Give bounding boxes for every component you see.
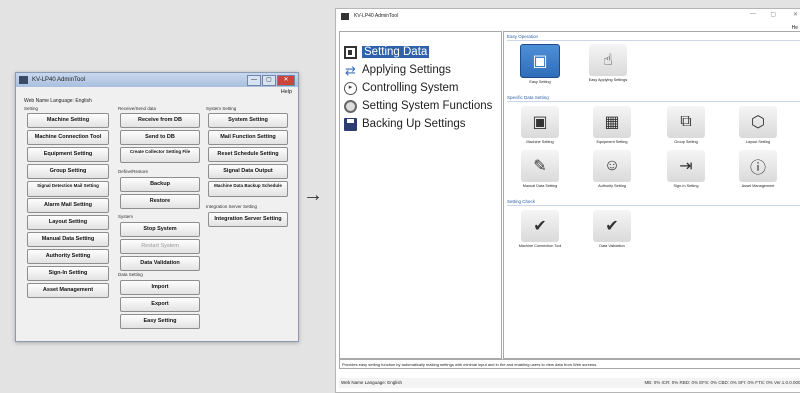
receive-from-db-button[interactable]: Receive from DB	[120, 113, 200, 128]
gear-icon	[344, 99, 357, 113]
create-collector-setting-button[interactable]: Create Collector Setting File	[120, 147, 200, 163]
old-admin-window: KV-LP40 AdminTool — ▢ ✕ Help Web Name La…	[15, 72, 299, 342]
layout-setting-button[interactable]: Layout Setting	[27, 215, 109, 230]
tile-data-validation[interactable]: ✔ Data Validation	[590, 210, 634, 248]
old-title-bar: KV-LP40 AdminTool — ▢ ✕	[16, 73, 298, 87]
connection-check-icon: ✔	[521, 210, 559, 242]
easy-setting-icon: ▣	[520, 44, 560, 78]
sign-in-door-icon: ⇥	[667, 150, 705, 182]
old-window-title: KV-LP40 AdminTool	[32, 77, 86, 83]
tile-asset-management[interactable]: ⓘ Asset Management	[736, 150, 780, 188]
authority-setting-button[interactable]: Authority Setting	[27, 249, 109, 264]
group-integration-label: Integration Server Setting	[206, 204, 258, 209]
app-icon	[341, 13, 349, 20]
easy-apply-icon: ☝	[589, 44, 627, 76]
tile-manual-data-setting[interactable]: ✎ Manual Data Setting	[518, 150, 562, 188]
close-button[interactable]: ✕	[793, 11, 798, 18]
backup-button[interactable]: Backup	[120, 177, 200, 192]
nav-controlling-system[interactable]: ▸ Controlling System	[344, 81, 459, 95]
validation-check-icon: ✔	[593, 210, 631, 242]
nav-setting-system-functions[interactable]: Setting System Functions	[344, 99, 492, 113]
status-language: Web Name Language: English	[341, 380, 402, 385]
group-icon: ⧉	[667, 106, 705, 138]
machine-connection-tool-button[interactable]: Machine Connection Tool	[27, 130, 109, 145]
transition-arrow-icon: →	[303, 184, 323, 206]
integration-server-setting-button[interactable]: Integration Server Setting	[208, 212, 288, 227]
equipment-setting-button[interactable]: Equipment Setting	[27, 147, 109, 162]
reset-schedule-setting-button[interactable]: Reset Schedule Setting	[208, 147, 288, 162]
machine-data-backup-schedule-button[interactable]: Machine Data Backup Schedule	[208, 181, 288, 197]
language-label: Web Name Language: English	[24, 98, 92, 104]
new-admin-window: KV-LP40 AdminTool — ▢ ✕ He Setting Data …	[335, 8, 800, 393]
send-to-db-button[interactable]: Send to DB	[120, 130, 200, 145]
tile-sign-in-setting[interactable]: ⇥ Sign-In Setting	[664, 150, 708, 188]
machine-setting-button[interactable]: Machine Setting	[27, 113, 109, 128]
group-setting-button[interactable]: Group Setting	[27, 164, 109, 179]
setting-tiles-panel: Easy Operation ▣ Easy Setting ☝ Easy App…	[503, 31, 800, 359]
tile-easy-applying-settings[interactable]: ☝ Easy Applying Settings	[586, 44, 630, 82]
close-button[interactable]: ✕	[277, 75, 295, 86]
export-button[interactable]: Export	[120, 297, 200, 312]
section-divider	[507, 101, 800, 102]
system-setting-button[interactable]: System Setting	[208, 113, 288, 128]
group-receive-send-label: Receive/Send data	[118, 106, 157, 111]
equipment-icon: ▦	[593, 106, 631, 138]
minimize-button[interactable]: —	[750, 11, 756, 17]
category-nav: Setting Data ⇄ Applying Settings ▸ Contr…	[339, 31, 502, 359]
asset-info-icon: ⓘ	[739, 150, 777, 182]
layout-icon: ⬡	[739, 106, 777, 138]
apply-arrows-icon: ⇄	[345, 62, 356, 78]
restore-button[interactable]: Restore	[120, 194, 200, 209]
description-bar: Provides easy setting function by automa…	[339, 359, 800, 369]
status-metrics: MB: 0% ICR: 0% RBD: 0% EFS: 0% CBD: 0% S…	[644, 380, 800, 385]
tile-authority-setting[interactable]: ☺ Authority Setting	[590, 150, 634, 188]
manual-data-icon: ✎	[521, 150, 559, 182]
tile-equipment-setting[interactable]: ▦ Equipment Setting	[590, 106, 634, 144]
tile-group-setting[interactable]: ⧉ Group Setting	[664, 106, 708, 144]
section-divider	[507, 205, 800, 206]
group-setting-label: Setting	[24, 106, 39, 111]
status-bar: Web Name Language: English MB: 0% ICR: 0…	[339, 378, 800, 388]
tile-layout-setting[interactable]: ⬡ Layout Setting	[736, 106, 780, 144]
signal-data-output-button[interactable]: Signal Data Output	[208, 164, 288, 179]
asset-management-button[interactable]: Asset Management	[27, 283, 109, 298]
minimize-button[interactable]: —	[247, 75, 261, 86]
save-disk-icon	[344, 117, 357, 131]
new-window-title: KV-LP40 AdminTool	[354, 13, 399, 19]
mail-function-setting-button[interactable]: Mail Function Setting	[208, 130, 288, 145]
sign-in-setting-button[interactable]: Sign-In Setting	[27, 266, 109, 281]
play-pause-icon: ▸	[344, 81, 357, 95]
machine-icon: ▣	[521, 106, 559, 138]
signal-detection-mail-button[interactable]: Signal Detection Mail Setting	[27, 181, 109, 197]
section-easy-operation: Easy Operation	[507, 34, 539, 39]
tile-machine-setting[interactable]: ▣ Machine Setting	[518, 106, 562, 144]
new-title-bar: KV-LP40 AdminTool	[336, 9, 800, 23]
alarm-mail-setting-button[interactable]: Alarm Mail Setting	[27, 198, 109, 213]
easy-setting-button[interactable]: Easy Setting	[120, 314, 200, 329]
group-system-setting-label: System Setting	[206, 106, 237, 111]
group-data-setting-label: Data Setting	[118, 272, 143, 277]
help-menu[interactable]: Help	[281, 89, 292, 95]
section-divider	[507, 40, 800, 41]
maximize-button[interactable]: ▢	[770, 11, 776, 18]
tile-machine-connection-tool[interactable]: ✔ Machine Connection Tool	[518, 210, 562, 248]
setting-data-icon	[344, 45, 357, 59]
section-setting-check: Setting Check	[507, 199, 536, 204]
restart-system-button: Restart System	[120, 239, 200, 254]
user-icon: ☺	[593, 150, 631, 182]
nav-setting-data[interactable]: Setting Data	[344, 45, 430, 59]
stop-system-button[interactable]: Stop System	[120, 222, 200, 237]
maximize-button[interactable]: ▢	[262, 75, 276, 86]
group-define-restore-label: Define/Restore	[118, 169, 149, 174]
nav-backing-up-settings[interactable]: Backing Up Settings	[344, 117, 466, 131]
group-system-label: System	[118, 214, 134, 219]
tile-easy-setting[interactable]: ▣ Easy Setting	[518, 44, 562, 84]
nav-applying-settings[interactable]: ⇄ Applying Settings	[344, 63, 451, 77]
app-icon	[19, 76, 28, 84]
manual-data-setting-button[interactable]: Manual Data Setting	[27, 232, 109, 247]
section-specific-data-setting: Specific Data Setting	[507, 95, 549, 100]
import-button[interactable]: Import	[120, 280, 200, 295]
data-validation-button[interactable]: Data Validation	[120, 256, 200, 271]
